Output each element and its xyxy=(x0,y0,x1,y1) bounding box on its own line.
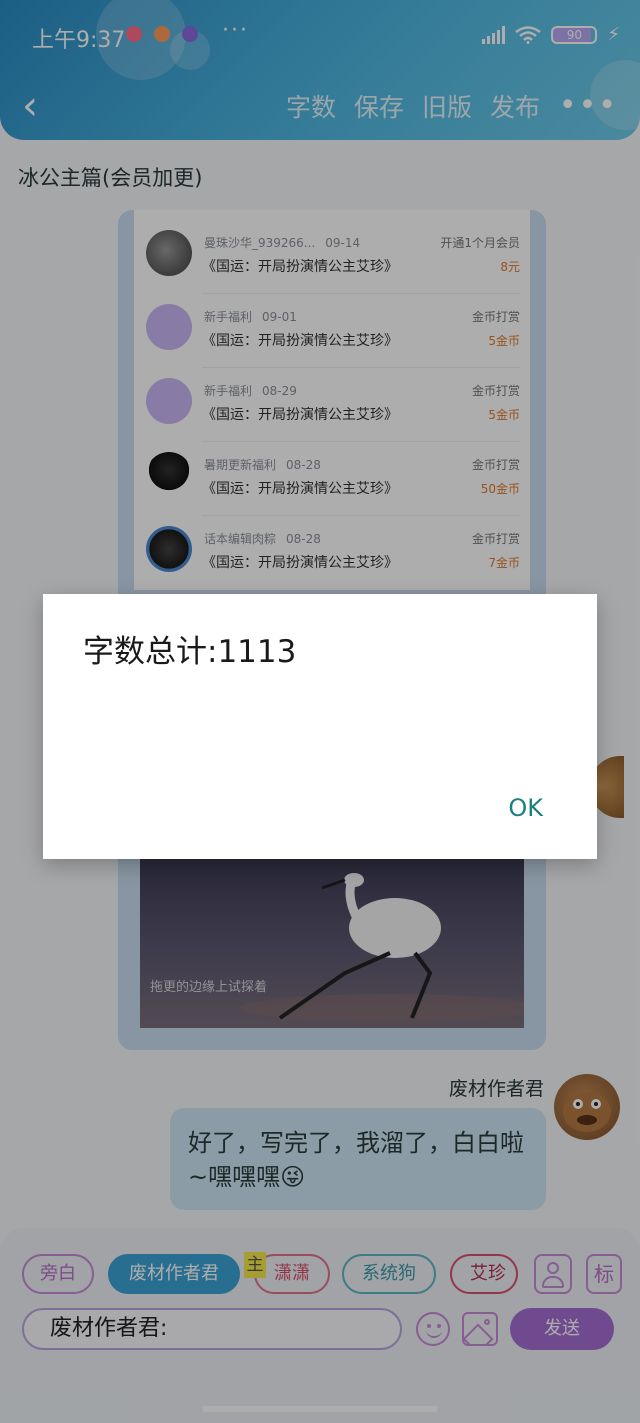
ok-button[interactable]: OK xyxy=(508,794,543,822)
dialog-title: 字数总计:1113 xyxy=(83,634,297,670)
word-count-dialog: 字数总计:1113 OK xyxy=(43,594,597,859)
